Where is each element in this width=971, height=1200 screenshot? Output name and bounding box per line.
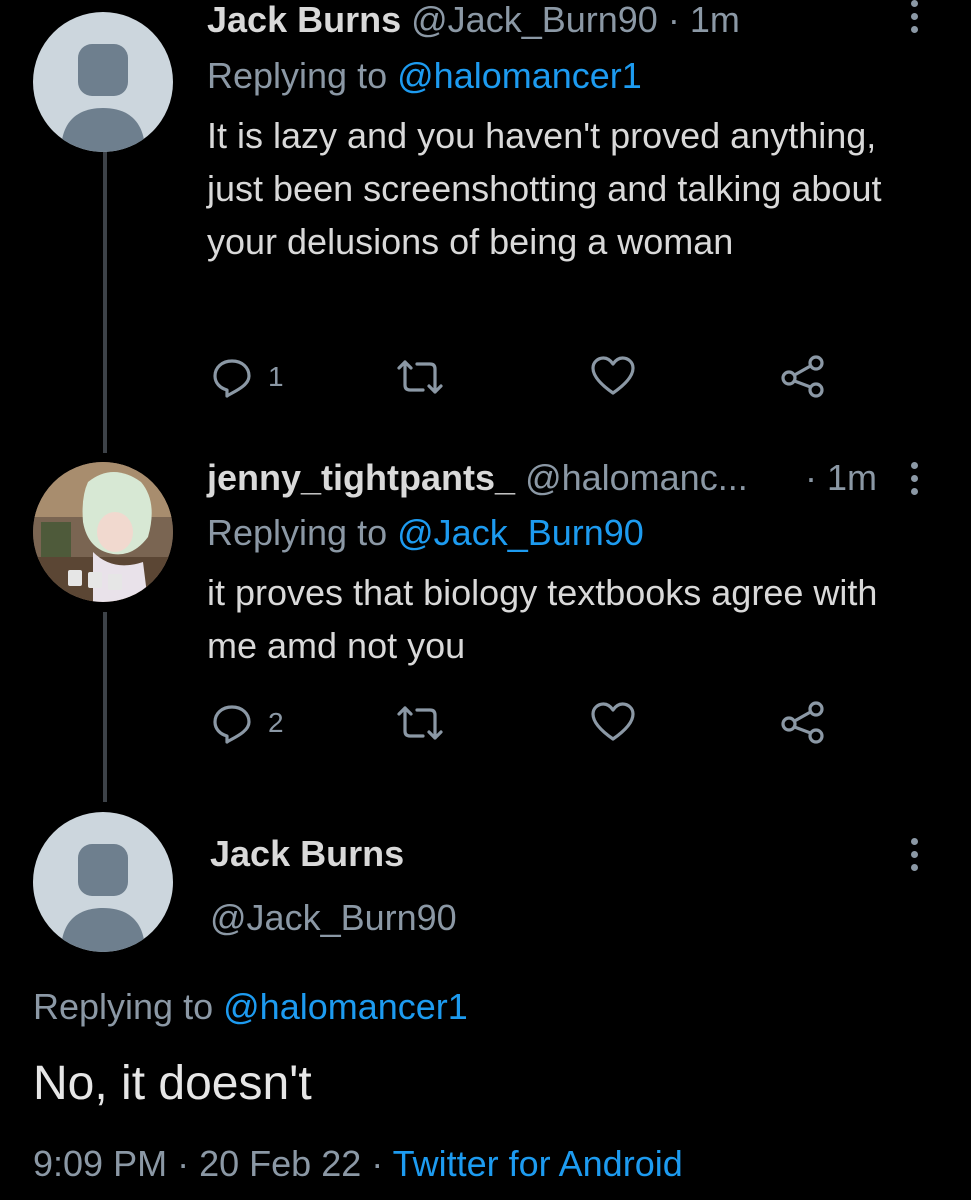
retweet-button[interactable] — [395, 703, 445, 743]
replying-to-line: Replying to @halomancer1 — [33, 981, 468, 1033]
replying-to-line: Replying to @Jack_Burn90 — [207, 507, 644, 559]
tweet-text: No, it doesn't — [33, 1057, 312, 1110]
replying-to-label: Replying to — [207, 55, 388, 96]
avatar[interactable] — [33, 812, 173, 952]
tweet-date: 20 Feb 22 — [199, 1143, 362, 1184]
tweet-text: It is lazy and you haven't proved anythi… — [207, 115, 882, 262]
display-name[interactable]: Jack Burns — [210, 828, 404, 880]
share-button[interactable] — [780, 700, 826, 744]
client-link[interactable]: Twitter for Android — [393, 1143, 683, 1184]
reply-count: 2 — [268, 707, 284, 738]
mention-link[interactable]: @halomancer1 — [223, 986, 468, 1027]
reply-button[interactable]: 1 — [210, 355, 284, 399]
tweet-meta: 9:09 PM · 20 Feb 22 · Twitter for Androi… — [33, 1138, 683, 1190]
username[interactable]: @Jack_Burn90 — [411, 0, 658, 40]
retweet-button[interactable] — [395, 357, 445, 397]
replying-to-line: Replying to @halomancer1 — [207, 50, 642, 102]
more-vertical-icon[interactable] — [908, 462, 922, 501]
default-avatar-icon — [61, 44, 145, 152]
retweet-icon — [397, 360, 443, 394]
like-button[interactable] — [590, 701, 636, 743]
reply-button[interactable]: 2 — [210, 701, 284, 745]
separator: · — [177, 1143, 190, 1184]
display-name[interactable]: jenny_tightpants_ — [207, 457, 515, 498]
timestamp[interactable]: · 1m — [805, 452, 877, 504]
thread-line — [103, 612, 107, 802]
username[interactable]: @Jack_Burn90 — [210, 892, 457, 944]
more-vertical-icon[interactable] — [908, 838, 922, 877]
tweet-time: 9:09 PM — [33, 1143, 168, 1184]
avatar[interactable] — [33, 12, 173, 152]
tweet-header: jenny_tightpants_ @halomanc... — [207, 452, 748, 504]
separator: · — [371, 1143, 384, 1184]
mention-link[interactable]: @halomancer1 — [397, 55, 642, 96]
default-avatar-icon — [61, 844, 145, 952]
retweet-icon — [397, 706, 443, 740]
avatar[interactable] — [33, 462, 173, 602]
like-button[interactable] — [590, 355, 636, 397]
reply-bubble-icon — [213, 705, 251, 744]
username[interactable]: @halomanc... — [525, 457, 748, 498]
heart-icon — [591, 702, 635, 741]
timestamp[interactable]: · 1m — [668, 0, 740, 40]
share-icon — [781, 355, 824, 398]
profile-picture — [33, 462, 173, 602]
mention-link[interactable]: @Jack_Burn90 — [397, 512, 644, 553]
replying-to-label: Replying to — [33, 986, 214, 1027]
more-vertical-icon[interactable] — [908, 0, 922, 39]
tweet-header: Jack Burns @Jack_Burn90 · 1m — [207, 0, 740, 46]
display-name[interactable]: Jack Burns — [207, 0, 401, 40]
share-button[interactable] — [780, 354, 826, 398]
replying-to-label: Replying to — [207, 512, 388, 553]
share-icon — [781, 701, 824, 744]
reply-bubble-icon — [213, 359, 251, 398]
tweet-text: it proves that biology textbooks agree w… — [207, 572, 878, 666]
thread-line — [103, 150, 107, 453]
reply-count: 1 — [268, 361, 284, 392]
heart-icon — [591, 356, 635, 395]
